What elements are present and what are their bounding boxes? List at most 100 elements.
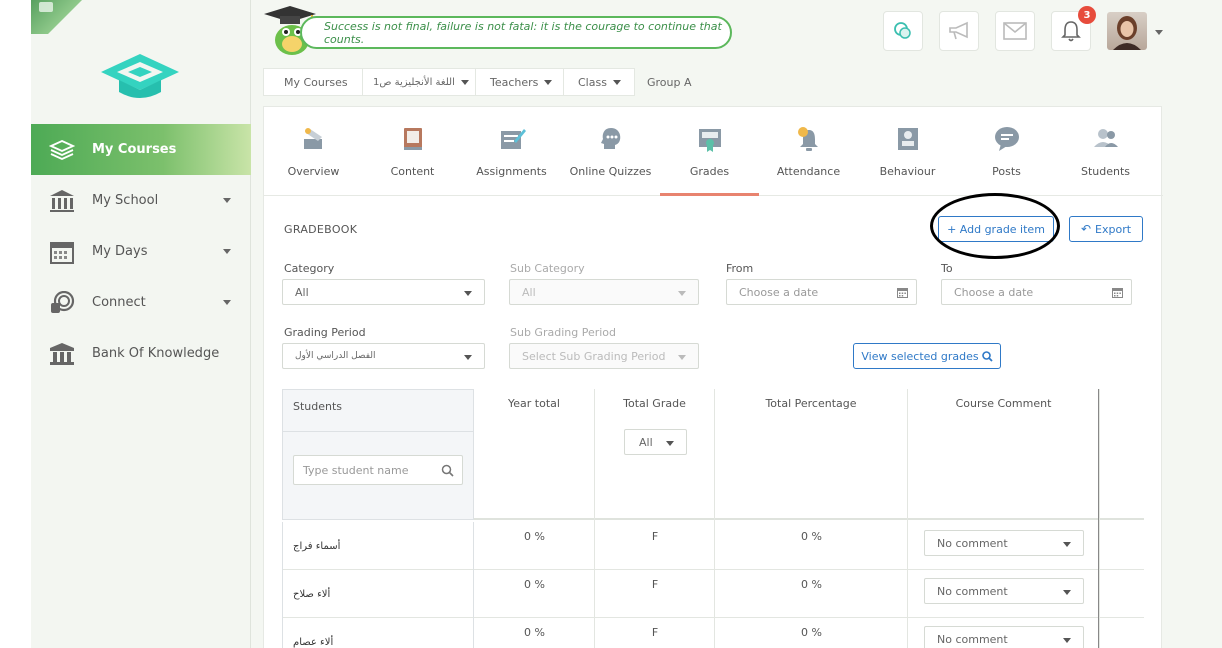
course-card: Overview Content Assignments Online Quiz… bbox=[263, 106, 1163, 648]
select-value: All bbox=[522, 285, 536, 299]
chevron-down-icon bbox=[612, 79, 621, 85]
export-label: Export bbox=[1095, 222, 1132, 236]
tab-attendance[interactable]: Attendance bbox=[759, 107, 858, 196]
bell-icon bbox=[1061, 21, 1081, 42]
breadcrumb-my-courses[interactable]: My Courses bbox=[263, 68, 362, 96]
tab-students[interactable]: Students bbox=[1056, 107, 1155, 196]
select-value: No comment bbox=[937, 584, 1008, 598]
view-selected-grades-button[interactable]: View selected grades bbox=[853, 343, 1001, 369]
select-value: No comment bbox=[937, 536, 1008, 550]
year-total-cell: 0 % bbox=[524, 578, 545, 591]
gradebook-title: GRADEBOOK bbox=[284, 223, 358, 236]
grading-period-select[interactable]: الفصل الدراسي الأول bbox=[282, 343, 485, 369]
to-date-input[interactable]: Choose a date bbox=[941, 279, 1132, 305]
from-label: From bbox=[726, 262, 754, 275]
tab-online-quizzes[interactable]: Online Quizzes bbox=[561, 107, 660, 196]
date-placeholder: Choose a date bbox=[954, 285, 1034, 299]
table-row: أسماء فراج 0 % F 0 % No comment bbox=[282, 522, 1144, 570]
avatar[interactable] bbox=[1107, 12, 1147, 50]
total-percentage-cell: 0 % bbox=[801, 626, 822, 639]
tab-assignments[interactable]: Assignments bbox=[462, 107, 561, 196]
sidebar-item-connect[interactable]: Connect bbox=[31, 277, 251, 328]
subcategory-label: Sub Category bbox=[510, 262, 585, 275]
to-label: To bbox=[941, 262, 953, 275]
breadcrumb-course[interactable]: اللغة الأنجليزية ص1 bbox=[362, 68, 475, 96]
breadcrumb-label: Class bbox=[578, 75, 607, 89]
attendance-bell-icon bbox=[798, 127, 818, 151]
breadcrumb-label: Teachers bbox=[490, 75, 539, 89]
breadcrumb-label: My Courses bbox=[284, 75, 348, 89]
total-grade-filter-select[interactable]: All bbox=[624, 429, 687, 455]
chevron-down-icon bbox=[666, 441, 674, 446]
total-percentage-cell: 0 % bbox=[801, 530, 822, 543]
sidebar-item-label: My Courses bbox=[92, 142, 177, 157]
breadcrumb-group: Group A bbox=[635, 68, 692, 96]
layers-icon bbox=[49, 138, 75, 162]
corner-leaf-icon bbox=[31, 0, 89, 34]
breadcrumb-teachers[interactable]: Teachers bbox=[475, 68, 563, 96]
search-placeholder: Type student name bbox=[303, 463, 409, 477]
export-button[interactable]: ↶ Export bbox=[1069, 216, 1143, 242]
sidebar-item-bank-of-knowledge[interactable]: Bank Of Knowledge bbox=[31, 328, 251, 379]
course-comment-select[interactable]: No comment bbox=[924, 530, 1084, 556]
category-label: Category bbox=[284, 262, 335, 275]
megaphone-icon bbox=[949, 21, 968, 40]
tab-posts[interactable]: Posts bbox=[957, 107, 1056, 196]
sub-grading-period-label: Sub Grading Period bbox=[510, 326, 617, 339]
tab-content[interactable]: Content bbox=[363, 107, 462, 196]
tab-overview[interactable]: Overview bbox=[264, 107, 363, 196]
school-building-icon bbox=[49, 189, 75, 213]
chevron-down-icon[interactable] bbox=[1155, 30, 1163, 35]
chevron-down-icon bbox=[464, 355, 472, 360]
motivational-quote: Success is not final, failure is not fat… bbox=[300, 16, 732, 49]
assignment-icon bbox=[501, 129, 526, 149]
subcategory-select[interactable]: All bbox=[509, 279, 699, 305]
total-grade-cell: F bbox=[651, 578, 659, 591]
tab-grades[interactable]: Grades bbox=[660, 107, 759, 196]
tab-label: Behaviour bbox=[879, 165, 936, 178]
student-search-input[interactable]: Type student name bbox=[293, 455, 463, 485]
announcements-button[interactable] bbox=[939, 11, 979, 51]
course-comment-select[interactable]: No comment bbox=[924, 578, 1084, 604]
sidebar-item-my-school[interactable]: My School bbox=[31, 175, 251, 226]
sub-grading-period-select[interactable]: Select Sub Grading Period bbox=[509, 343, 699, 369]
table-row: ألاء صلاح 0 % F 0 % No comment bbox=[282, 570, 1144, 618]
chevron-down-icon bbox=[1063, 590, 1071, 595]
tab-label: Online Quizzes bbox=[569, 165, 652, 178]
grading-period-label: Grading Period bbox=[284, 326, 366, 339]
course-comment-select[interactable]: No comment bbox=[924, 626, 1084, 648]
select-value: All bbox=[639, 435, 653, 449]
breadcrumb-class[interactable]: Class bbox=[563, 68, 635, 96]
behaviour-icon bbox=[898, 128, 918, 150]
sidebar-item-my-days[interactable]: My Days bbox=[31, 226, 251, 277]
chevron-down-icon bbox=[223, 249, 231, 254]
chat-bubbles-icon bbox=[49, 290, 75, 315]
from-date-input[interactable]: Choose a date bbox=[726, 279, 917, 305]
student-name[interactable]: أسماء فراج bbox=[282, 522, 474, 570]
student-name[interactable]: ألاء عصام bbox=[282, 618, 474, 648]
quote-text: Success is not final, failure is not fat… bbox=[324, 19, 722, 46]
chevron-down-icon bbox=[544, 79, 553, 85]
students-header-label: Students bbox=[293, 400, 343, 413]
left-edge bbox=[0, 0, 31, 648]
breadcrumb-label: Group A bbox=[647, 75, 692, 89]
chevron-down-icon bbox=[1063, 638, 1071, 643]
student-name[interactable]: ألاء صلاح bbox=[282, 570, 474, 618]
chat-icon bbox=[894, 22, 911, 39]
category-select[interactable]: All bbox=[282, 279, 485, 305]
sidebar-item-label: Connect bbox=[92, 295, 146, 310]
sidebar-item-my-courses[interactable]: My Courses bbox=[31, 124, 251, 175]
chevron-down-icon bbox=[464, 291, 472, 296]
course-comment-header: Course Comment bbox=[955, 397, 1052, 410]
total-grade-cell: F bbox=[651, 530, 659, 543]
tab-behaviour[interactable]: Behaviour bbox=[858, 107, 957, 196]
view-label: View selected grades bbox=[861, 349, 979, 363]
speech-bubble-icon bbox=[995, 127, 1019, 151]
total-percentage-cell: 0 % bbox=[801, 578, 822, 591]
chevron-down-icon bbox=[678, 291, 686, 296]
total-percentage-header: Total Percentage bbox=[765, 397, 857, 410]
tab-label: Attendance bbox=[776, 165, 841, 178]
chat-button[interactable] bbox=[883, 11, 923, 51]
notifications-button[interactable]: 3 bbox=[1051, 6, 1096, 51]
messages-button[interactable] bbox=[995, 11, 1035, 51]
